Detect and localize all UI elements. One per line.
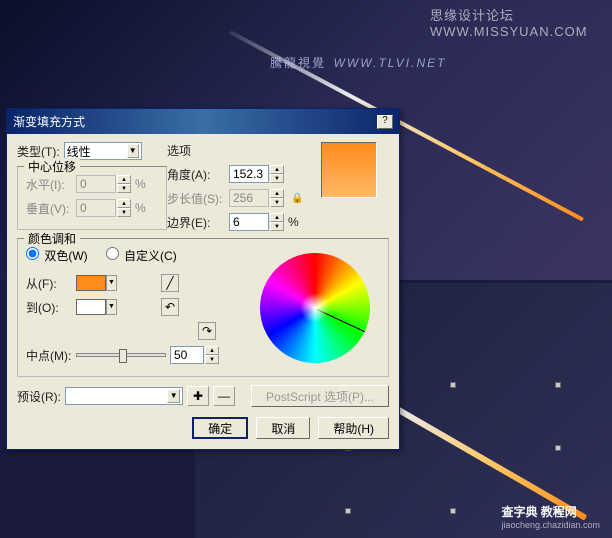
color-path-cw-button[interactable]: ↷ bbox=[198, 322, 216, 340]
step-label: 步长值(S): bbox=[167, 190, 225, 207]
angle-input[interactable] bbox=[229, 165, 269, 183]
spin-down[interactable]: ▼ bbox=[205, 355, 219, 364]
spin-up[interactable]: ▲ bbox=[270, 213, 284, 222]
midpoint-slider[interactable] bbox=[76, 353, 166, 357]
selection-handle[interactable] bbox=[555, 382, 561, 388]
spin-down[interactable]: ▼ bbox=[270, 222, 284, 231]
from-color-picker[interactable]: ▼ bbox=[76, 275, 117, 291]
spin-up[interactable]: ▲ bbox=[270, 165, 284, 174]
watermark-logo: 騰龍視覺 WWW.TLVI.NET bbox=[270, 50, 446, 73]
horizontal-field: ▲▼ bbox=[76, 175, 131, 193]
cancel-button[interactable]: 取消 bbox=[256, 417, 310, 439]
edge-input[interactable] bbox=[229, 213, 269, 231]
spin-up: ▲ bbox=[117, 199, 131, 208]
horizontal-input bbox=[76, 175, 116, 193]
center-offset-group: 中心位移 水平(I): ▲▼ % 垂直(V): ▲▼ bbox=[17, 166, 167, 230]
options-label: 选项 bbox=[167, 142, 313, 159]
help-titlebar-button[interactable]: ? bbox=[377, 115, 393, 129]
step-input bbox=[229, 189, 269, 207]
gradient-preview-swatch bbox=[321, 142, 377, 198]
midpoint-input[interactable] bbox=[170, 346, 204, 364]
color-path-direct-button[interactable]: ╱ bbox=[161, 274, 179, 292]
watermark-bottom: 查字典 教程网 jiaocheng.chazidian.com bbox=[501, 503, 600, 530]
angle-field[interactable]: ▲▼ bbox=[229, 165, 284, 183]
type-label: 类型(T): bbox=[17, 143, 60, 160]
spin-down[interactable]: ▼ bbox=[270, 174, 284, 183]
custom-radio[interactable]: 自定义(C) bbox=[106, 247, 177, 264]
ok-button[interactable]: 确定 bbox=[192, 417, 248, 439]
twocolor-radio[interactable]: 双色(W) bbox=[26, 247, 88, 264]
selection-handle[interactable] bbox=[555, 445, 561, 451]
to-color-picker[interactable]: ▼ bbox=[76, 299, 117, 315]
edge-label: 边界(E): bbox=[167, 214, 225, 231]
postscript-button: PostScript 选项(P)... bbox=[251, 385, 389, 407]
vertical-input bbox=[76, 199, 116, 217]
midpoint-field[interactable]: ▲▼ bbox=[170, 346, 219, 364]
gradient-fill-dialog: 渐变填充方式 ? 类型(T): ▼ 中心位移 水平(I): bbox=[6, 108, 400, 450]
to-label: 到(O): bbox=[26, 299, 72, 316]
horizontal-label: 水平(I): bbox=[26, 176, 72, 193]
preset-add-button[interactable]: ✚ bbox=[187, 386, 209, 406]
step-field: ▲▼ bbox=[229, 189, 284, 207]
watermark-top: 思缘设计论坛 WWW.MISSYUAN.COM bbox=[430, 5, 612, 39]
chevron-down-icon[interactable]: ▼ bbox=[127, 144, 139, 158]
edge-field[interactable]: ▲▼ bbox=[229, 213, 284, 231]
angle-label: 角度(A): bbox=[167, 166, 225, 183]
color-blend-group: 颜色调和 双色(W) 自定义(C) 从(F): ▼ ╱ bbox=[17, 238, 389, 377]
midpoint-label: 中点(M): bbox=[26, 347, 72, 364]
spin-up: ▲ bbox=[117, 175, 131, 184]
vertical-field: ▲▼ bbox=[76, 199, 131, 217]
preset-combo[interactable]: ▼ bbox=[65, 387, 183, 405]
preset-label: 预设(R): bbox=[17, 388, 61, 405]
color-wheel[interactable] bbox=[260, 253, 370, 363]
from-label: 从(F): bbox=[26, 275, 72, 292]
help-button[interactable]: 帮助(H) bbox=[318, 417, 389, 439]
lock-icon[interactable]: 🔒 bbox=[291, 193, 303, 204]
preset-remove-button[interactable]: — bbox=[213, 386, 235, 406]
selection-handle[interactable] bbox=[450, 508, 456, 514]
type-input[interactable] bbox=[67, 144, 127, 158]
chevron-down-icon[interactable]: ▼ bbox=[167, 389, 180, 403]
preset-input[interactable] bbox=[68, 389, 167, 403]
dialog-title: 渐变填充方式 bbox=[13, 113, 85, 130]
color-path-ccw-button[interactable]: ↶ bbox=[161, 298, 179, 316]
selection-handle[interactable] bbox=[345, 508, 351, 514]
vertical-label: 垂直(V): bbox=[26, 200, 72, 217]
spin-up: ▲ bbox=[270, 189, 284, 198]
spin-up[interactable]: ▲ bbox=[205, 346, 219, 355]
spin-down: ▼ bbox=[270, 198, 284, 207]
selection-handle[interactable] bbox=[450, 382, 456, 388]
spin-down: ▼ bbox=[117, 184, 131, 193]
titlebar[interactable]: 渐变填充方式 ? bbox=[7, 109, 399, 134]
spin-down: ▼ bbox=[117, 208, 131, 217]
